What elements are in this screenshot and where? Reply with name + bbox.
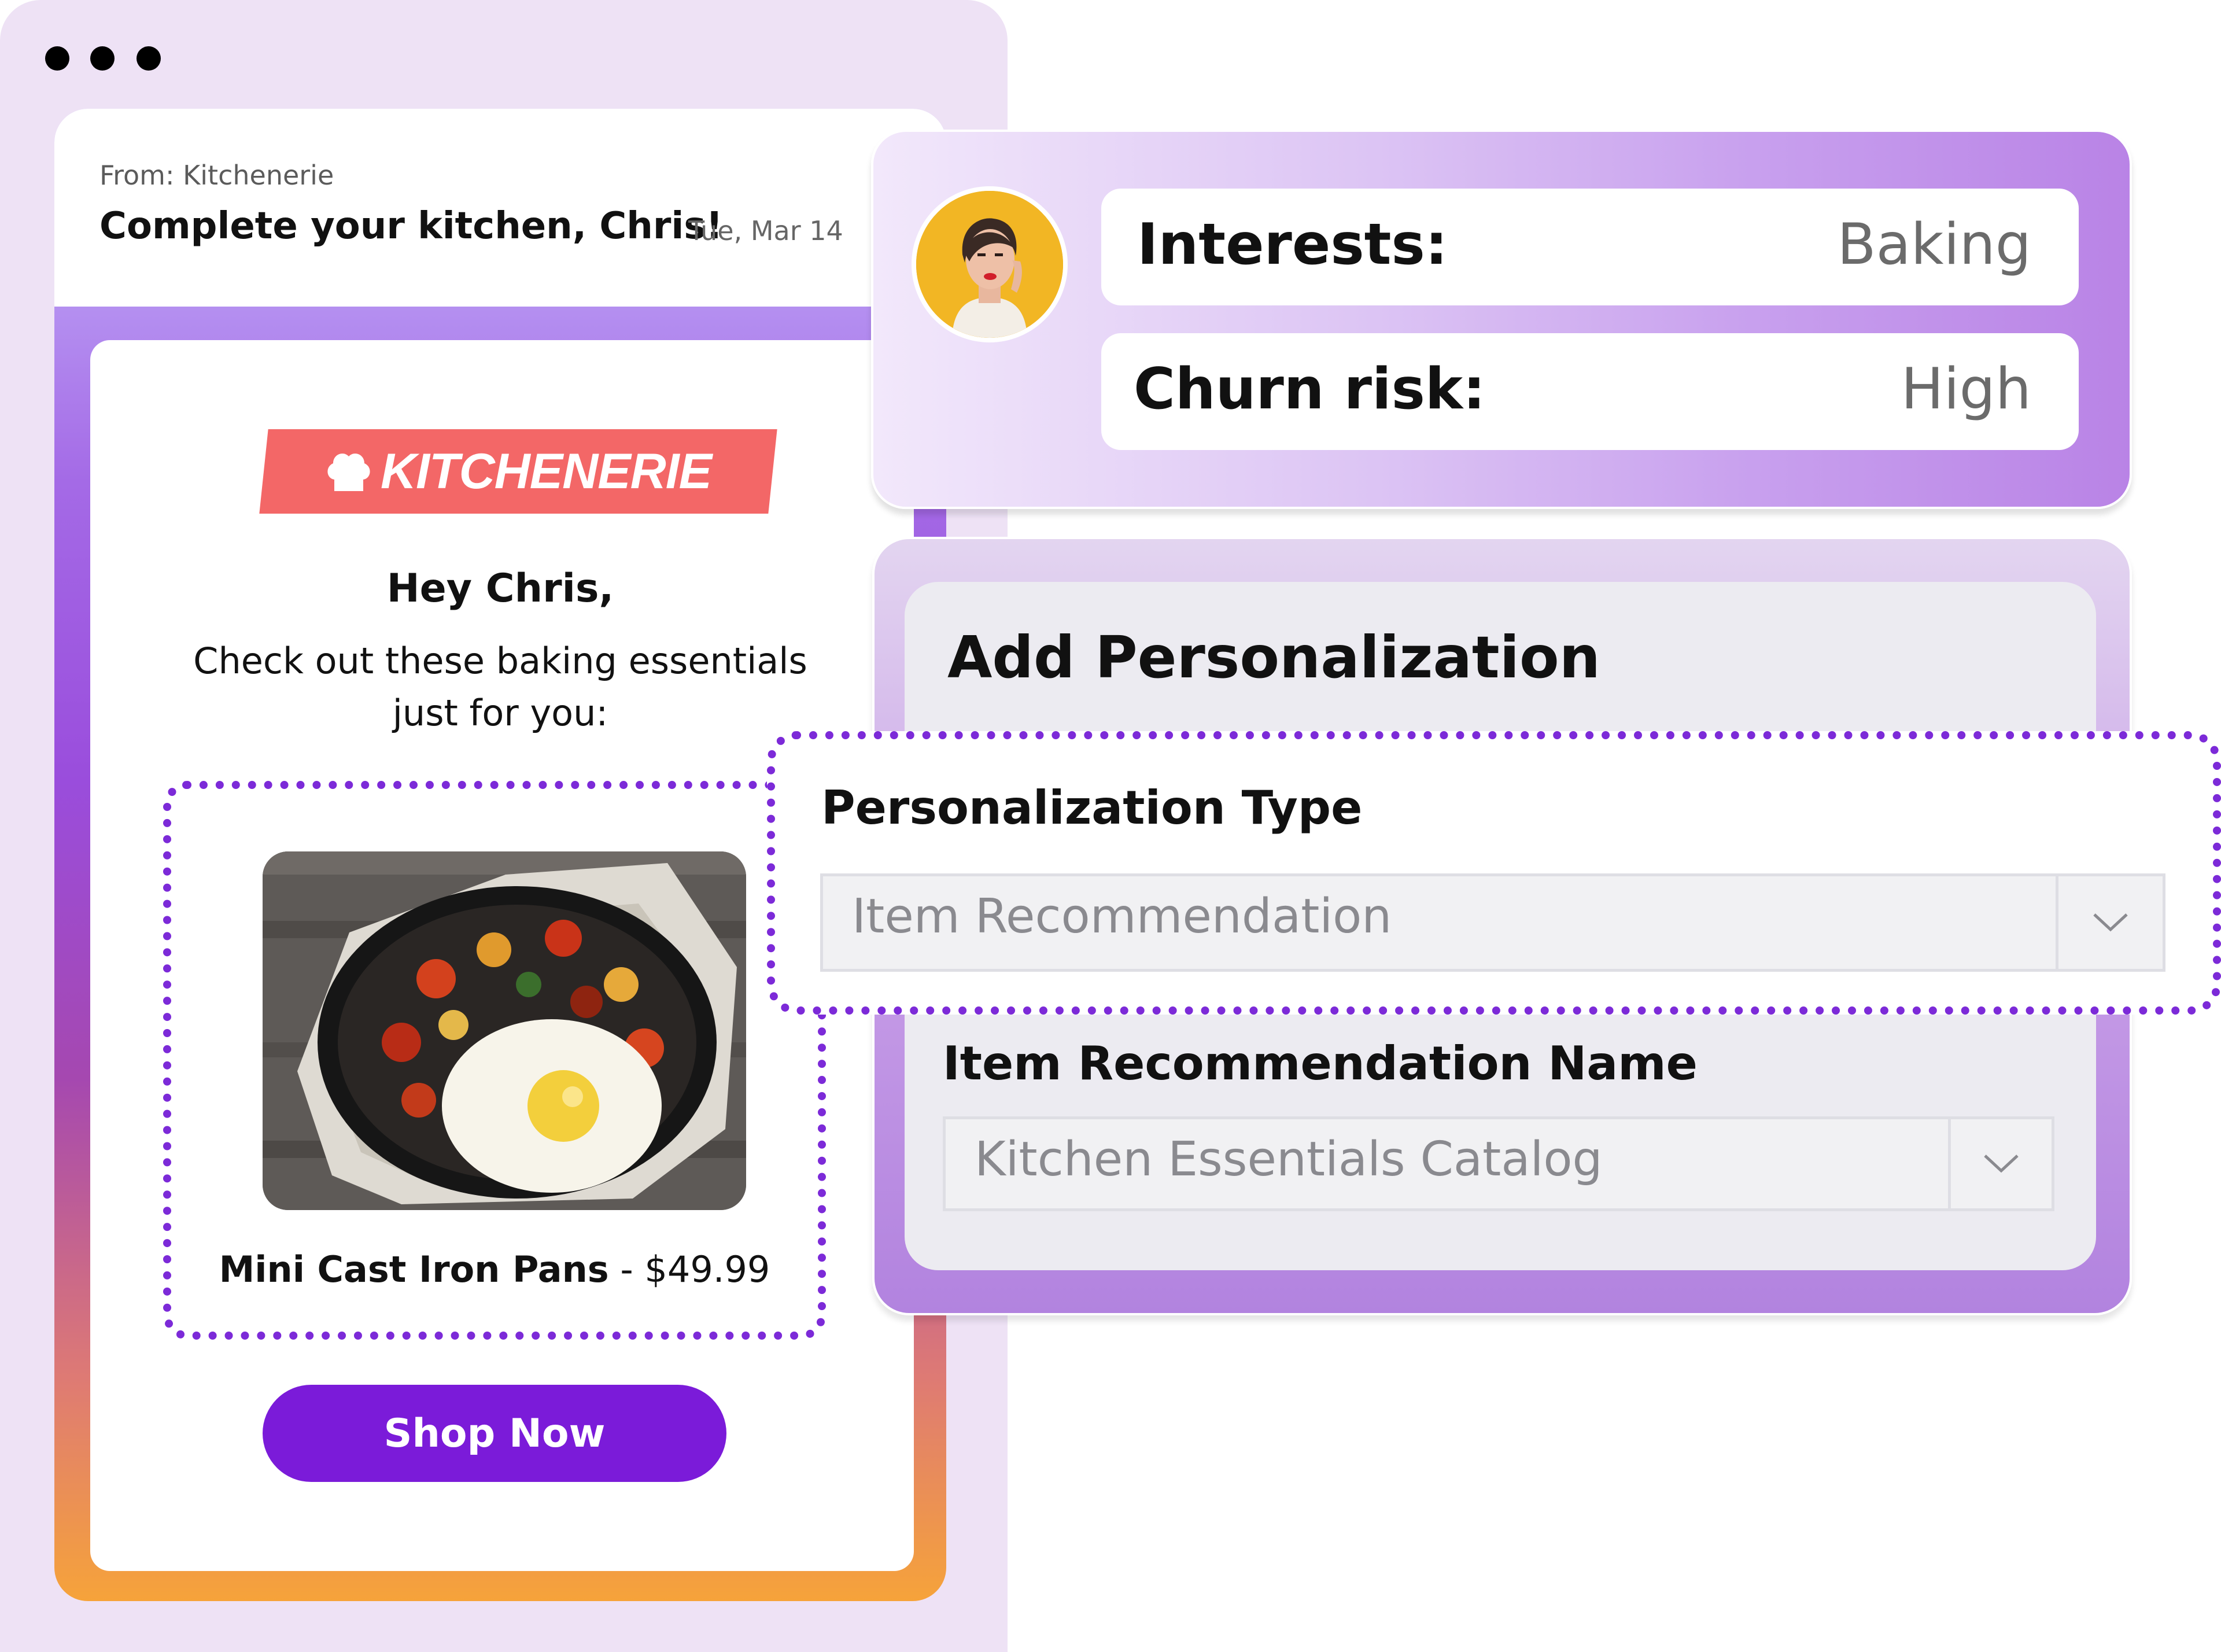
customer-avatar[interactable] [912,186,1068,342]
product-caption: Mini Cast Iron Pans - $49.99 [163,1248,826,1290]
profile-attribute-interests: Interests: Baking [1101,189,2079,305]
brand-logo-text: KITCHENERIE [381,443,711,499]
window-dot-minimize[interactable] [90,46,115,71]
shop-now-button[interactable]: Shop Now [263,1385,726,1482]
product-price: $49.99 [644,1248,770,1290]
personalization-type-select[interactable]: Item Recommendation [820,873,2165,972]
personalization-type-value: Item Recommendation [852,889,1392,944]
email-greeting: Hey Chris, [386,566,614,611]
email-subject: Complete your kitchen, Chris! [99,205,723,248]
email-date: Tue, Mar 14 [688,215,843,246]
item-recommendation-name-value: Kitchen Essentials Catalog [975,1132,1603,1187]
select-caret[interactable] [1948,1119,2052,1208]
product-image[interactable] [263,851,746,1210]
email-from: From: Kitchenerie [99,160,334,191]
add-personalization-title: Add Personalization [947,624,1600,691]
select-caret[interactable] [2056,876,2163,969]
window-dot-close[interactable] [45,46,69,71]
chevron-down-icon [1984,1155,2019,1173]
personalization-type-highlight [767,731,2221,1015]
personalization-type-label: Personalization Type [821,781,1363,835]
email-intro-line-1: Check out these baking essentials [193,640,807,682]
profile-attribute-churn-risk: Churn risk: High [1101,333,2079,450]
product-separator: - [608,1248,645,1290]
email-header: From: Kitchenerie Complete your kitchen,… [54,109,946,307]
customer-profile-card [871,130,2132,509]
attribute-value: Baking [1837,212,2031,278]
avatar-woman-photo [916,191,1063,338]
skillet-image [263,851,746,1210]
chevron-down-icon [2093,913,2128,932]
window-dot-maximize[interactable] [136,46,161,71]
attribute-label: Churn risk: [1134,356,1486,422]
email-intro: Check out these baking essentials just f… [54,635,946,739]
brand-logo: KITCHENERIE [259,429,777,514]
attribute-label: Interests: [1137,212,1448,278]
product-name: Mini Cast Iron Pans [219,1248,609,1290]
chef-hat-icon [327,453,370,491]
item-recommendation-name-select[interactable]: Kitchen Essentials Catalog [943,1116,2054,1211]
item-recommendation-name-label: Item Recommendation Name [943,1037,1698,1090]
attribute-value: High [1901,356,2031,422]
